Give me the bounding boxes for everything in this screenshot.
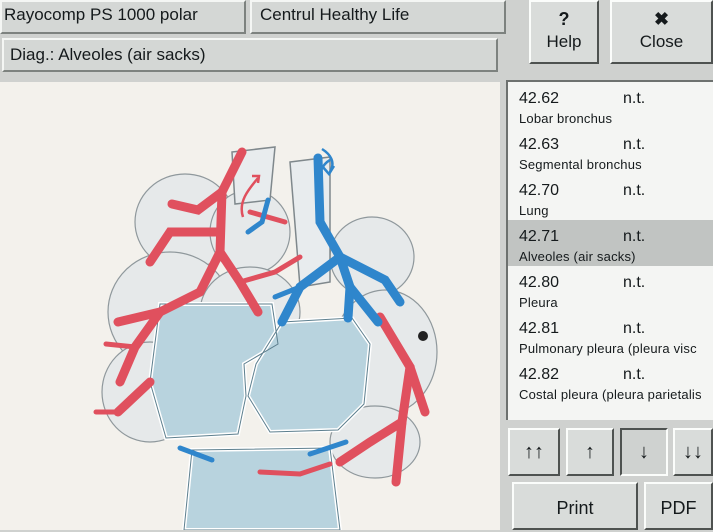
test-status: n.t. (623, 90, 646, 107)
frequency-value: 42.71 (519, 228, 560, 245)
list-item[interactable]: 42.80 n.t. Pleura (508, 266, 713, 312)
test-status: n.t. (623, 320, 646, 337)
scroll-up-button[interactable]: ↑ (566, 428, 614, 476)
app-title: Rayocomp PS 1000 polar (0, 0, 246, 34)
help-label: Help (546, 32, 582, 51)
test-status: n.t. (623, 228, 646, 245)
list-item[interactable]: 42.62 n.t. Lobar bronchus (508, 82, 713, 128)
organ-name: Alveoles (air sacks) (519, 249, 636, 264)
double-arrow-down-icon: ↓↓ (683, 441, 703, 463)
close-icon: ✖ (653, 9, 670, 29)
test-status: n.t. (623, 182, 646, 199)
close-button[interactable]: ✖ Close (610, 0, 713, 64)
frequency-value: 42.63 (519, 136, 560, 153)
frequency-value: 42.80 (519, 274, 560, 291)
organ-name: Pleura (519, 295, 558, 310)
pdf-button[interactable]: PDF (644, 482, 713, 530)
frequency-value: 42.81 (519, 320, 560, 337)
frequency-value: 42.82 (519, 366, 560, 383)
alveoli-drawing (93, 146, 438, 530)
organ-name: Pulmonary pleura (pleura visc (519, 341, 697, 356)
alveoli-illustration (0, 82, 500, 530)
scroll-first-button[interactable]: ↑↑ (508, 428, 560, 476)
organ-name: Segmental bronchus (519, 157, 642, 172)
list-item[interactable]: 42.63 n.t. Segmental bronchus (508, 128, 713, 174)
test-status: n.t. (623, 136, 646, 153)
help-button[interactable]: ? Help (529, 0, 599, 64)
scroll-last-button[interactable]: ↓↓ (673, 428, 713, 476)
arrow-down-icon: ↓ (639, 441, 649, 463)
client-name: Centrul Healthy Life (250, 0, 506, 34)
test-status: n.t. (623, 366, 646, 383)
double-arrow-up-icon: ↑↑ (524, 441, 544, 463)
test-status: n.t. (623, 274, 646, 291)
scroll-down-button[interactable]: ↓ (620, 428, 668, 476)
question-icon: ? (558, 9, 570, 29)
organ-name: Lung (519, 203, 549, 218)
arrow-up-icon: ↑ (585, 441, 595, 463)
organ-name: Lobar bronchus (519, 111, 613, 126)
close-label: Close (639, 32, 684, 51)
frequency-list[interactable]: 42.62 n.t. Lobar bronchus 42.63 n.t. Segme… (506, 80, 713, 420)
print-button[interactable]: Print (512, 482, 638, 530)
frequency-value: 42.70 (519, 182, 560, 199)
list-item[interactable]: 42.82 n.t. Costal pleura (pleura parietal… (508, 358, 713, 404)
diagnosis-field: Diag.: Alveoles (air sacks) (2, 38, 498, 72)
list-item[interactable]: 42.70 n.t. Lung (508, 174, 713, 220)
organ-name: Costal pleura (pleura parietalis (519, 387, 702, 402)
list-item[interactable]: 42.81 n.t. Pulmonary pleura (pleura visc (508, 312, 713, 358)
list-item-selected[interactable]: 42.71 n.t. Alveoles (air sacks) (508, 220, 713, 266)
frequency-value: 42.62 (519, 90, 560, 107)
